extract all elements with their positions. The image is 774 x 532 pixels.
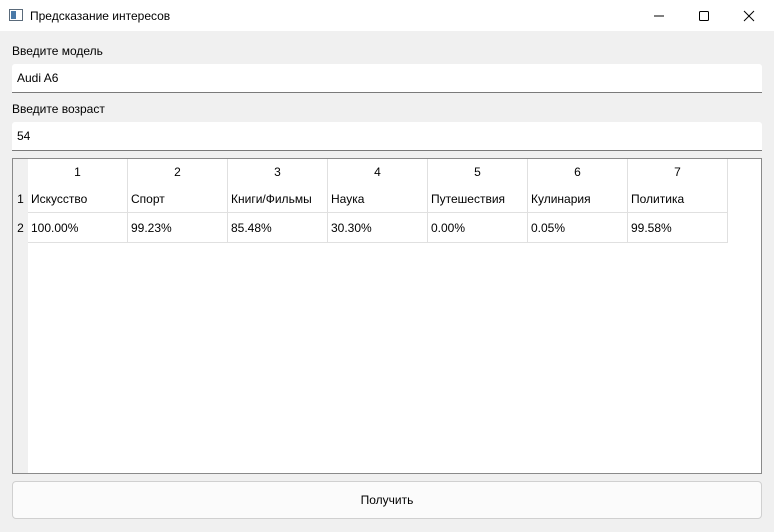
table-cell[interactable]: 0.05% (528, 213, 628, 243)
column-header[interactable]: 7 (628, 159, 728, 185)
row-header[interactable]: 1 (13, 185, 28, 213)
table-cell[interactable]: 100.00% (28, 213, 128, 243)
table-cell[interactable]: Наука (328, 185, 428, 213)
table-cell[interactable]: 99.58% (628, 213, 728, 243)
maximize-icon (699, 10, 709, 21)
model-label: Введите модель (12, 44, 103, 58)
title-bar: Предсказание интересов (0, 0, 774, 31)
minimize-button[interactable] (636, 0, 682, 31)
model-input[interactable]: Audi A6 (12, 64, 762, 93)
column-header[interactable]: 5 (428, 159, 528, 185)
table-row: Искусство Спорт Книги/Фильмы Наука Путеш… (28, 185, 728, 213)
column-header[interactable]: 2 (128, 159, 228, 185)
table-cell[interactable]: Книги/Фильмы (228, 185, 328, 213)
app-window-icon (9, 9, 23, 21)
close-button[interactable] (726, 0, 772, 31)
table-cell[interactable]: Путешествия (428, 185, 528, 213)
column-header[interactable]: 3 (228, 159, 328, 185)
age-label: Введите возраст (12, 102, 105, 116)
table-cell[interactable]: 85.48% (228, 213, 328, 243)
table-cell[interactable]: 0.00% (428, 213, 528, 243)
table-cell[interactable]: Искусство (28, 185, 128, 213)
column-header-row: 1 2 3 4 5 6 7 (28, 159, 728, 185)
maximize-button[interactable] (681, 0, 727, 31)
table-cell[interactable]: 99.23% (128, 213, 228, 243)
column-header[interactable]: 1 (28, 159, 128, 185)
results-table[interactable]: 1 2 3 4 5 6 7 1 2 Искусство Спорт Книги/… (12, 158, 762, 474)
column-header[interactable]: 6 (528, 159, 628, 185)
table-cell[interactable]: Спорт (128, 185, 228, 213)
row-header[interactable]: 2 (13, 213, 28, 243)
close-icon (743, 10, 755, 21)
column-header[interactable]: 4 (328, 159, 428, 185)
get-button[interactable]: Получить (12, 481, 762, 519)
table-cell[interactable]: 30.30% (328, 213, 428, 243)
table-row: 100.00% 99.23% 85.48% 30.30% 0.00% 0.05%… (28, 213, 728, 243)
age-input[interactable]: 54 (12, 122, 762, 151)
table-cell[interactable]: Политика (628, 185, 728, 213)
window-title: Предсказание интересов (30, 9, 171, 23)
table-cell[interactable]: Кулинария (528, 185, 628, 213)
minimize-icon (654, 15, 664, 16)
